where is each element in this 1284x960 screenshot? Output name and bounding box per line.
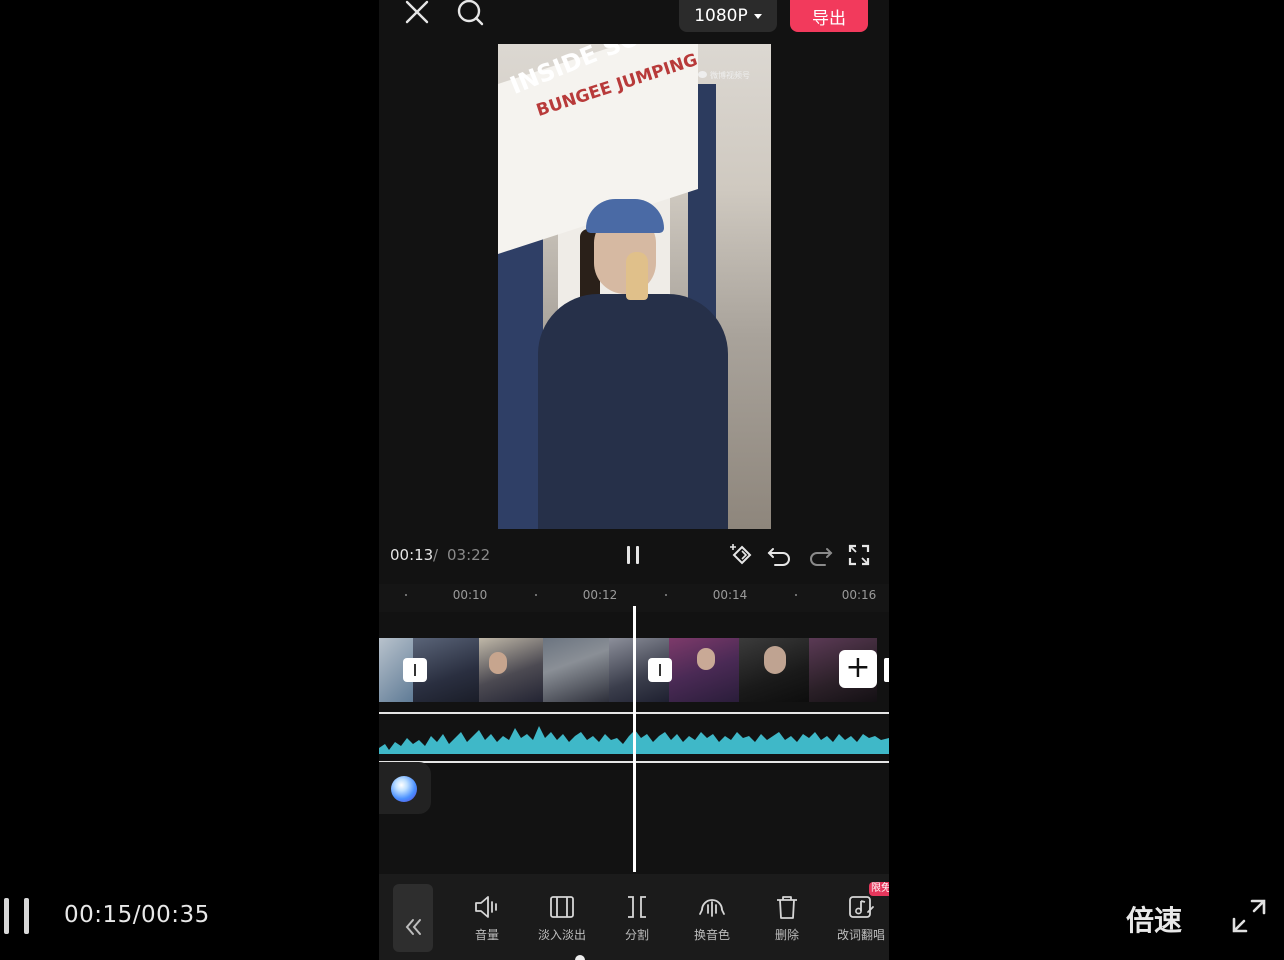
clip-thumbnail <box>543 638 609 702</box>
trash-icon <box>777 896 797 919</box>
clip-thumbnail <box>479 638 543 702</box>
tool-split[interactable]: 分割 <box>605 892 669 943</box>
tool-label: 改词翻唱 <box>836 928 885 942</box>
tool-label: 分割 <box>624 928 649 942</box>
music-edit-icon <box>849 896 874 918</box>
ruler-dot <box>535 594 537 596</box>
tool-label: 音量 <box>474 928 499 942</box>
redo-icon[interactable] <box>807 543 833 567</box>
pause-icon[interactable] <box>625 546 643 566</box>
video-track[interactable] <box>379 638 877 702</box>
editor-screen: 1080P 导出 INSIDE SOLD H BUNGEE JUMPING 微博… <box>379 0 889 960</box>
speed-button[interactable]: 倍速 <box>1126 899 1182 939</box>
playhead[interactable] <box>633 606 636 872</box>
tool-label: 淡入淡出 <box>537 928 586 942</box>
tool-label: 删除 <box>774 928 799 942</box>
ruler-label: 00:12 <box>582 588 618 602</box>
weibo-icon <box>698 71 707 78</box>
tool-delete[interactable]: 删除 <box>755 892 819 943</box>
player-time: 00:15/00:35 <box>64 902 210 928</box>
ice-cream-cone <box>626 252 648 300</box>
tool-volume[interactable]: 音量 <box>455 892 519 943</box>
ruler-dot <box>405 594 407 596</box>
player-fullscreen-icon[interactable] <box>1230 897 1268 935</box>
total-time: 03:22 <box>447 546 491 564</box>
clip-face <box>697 648 715 670</box>
close-icon[interactable] <box>403 0 433 26</box>
current-time: 00:13 <box>390 546 434 564</box>
clip-face <box>489 652 507 674</box>
resolution-label: 1080P <box>694 6 748 26</box>
double-chevron-left-icon <box>405 919 421 935</box>
split-icon <box>628 896 646 918</box>
time-separator: / <box>433 546 439 564</box>
player-pause-icon[interactable] <box>2 898 34 934</box>
clip-end-handle[interactable] <box>884 658 889 682</box>
transition-marker[interactable] <box>648 658 672 682</box>
top-bar: 1080P 导出 <box>379 0 889 40</box>
ruler-label: 00:16 <box>841 588 877 602</box>
watermark: 微博视频号 <box>710 71 750 80</box>
orb-icon <box>391 776 417 802</box>
undo-icon[interactable] <box>767 543 793 567</box>
tool-lyric-cover[interactable]: 改词翻唱 <box>829 892 889 943</box>
volume-icon <box>475 896 497 918</box>
tool-voice-change[interactable]: 换音色 <box>680 892 744 943</box>
bottom-toolbar: 音量 淡入淡出 分割 换音色 删除 改词翻唱 限免 <box>379 874 889 960</box>
fullscreen-icon[interactable] <box>847 543 871 567</box>
playback-controls: 00:13 / 03:22 <box>379 538 889 572</box>
resolution-dropdown[interactable]: 1080P <box>679 0 777 32</box>
video-preview[interactable]: INSIDE SOLD H BUNGEE JUMPING 微博视频号 <box>498 44 771 529</box>
fade-icon <box>550 896 574 918</box>
ruler-label: 00:10 <box>452 588 488 602</box>
person-body <box>538 294 728 529</box>
voice-change-icon <box>699 899 725 917</box>
export-button[interactable]: 导出 <box>790 0 868 32</box>
caret-down-icon <box>753 13 762 19</box>
clip-face <box>764 646 786 674</box>
tool-fade[interactable]: 淡入淡出 <box>530 892 594 943</box>
person-cap <box>586 199 664 233</box>
ruler-label: 00:14 <box>712 588 748 602</box>
home-indicator <box>575 955 585 960</box>
keyframe-icon[interactable] <box>729 542 755 568</box>
add-clip-button[interactable]: + <box>839 650 877 688</box>
effect-button[interactable] <box>379 762 431 814</box>
search-icon[interactable] <box>455 0 487 26</box>
transition-marker[interactable] <box>403 658 427 682</box>
ruler-dot <box>665 594 667 596</box>
tool-label: 换音色 <box>693 928 730 942</box>
collapse-button[interactable] <box>393 884 433 952</box>
free-badge: 限免 <box>869 882 889 896</box>
ruler-dot <box>795 594 797 596</box>
